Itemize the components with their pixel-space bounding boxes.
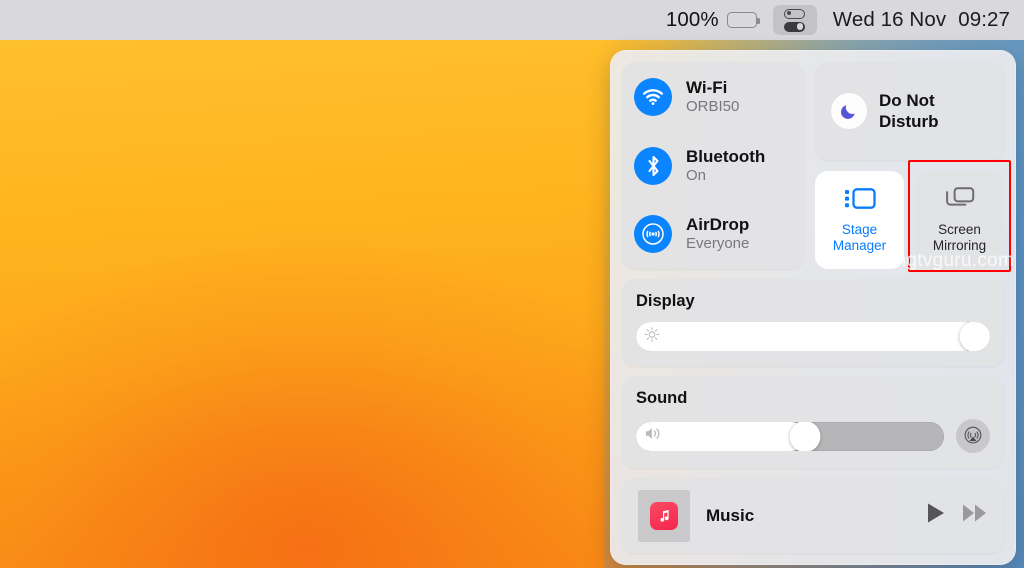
music-app-icon	[650, 501, 678, 530]
screen-mirroring-icon	[945, 186, 975, 215]
stage-manager-label: Stage Manager	[833, 222, 886, 253]
wifi-icon[interactable]	[634, 78, 672, 116]
connectivity-title-bluetooth: Bluetooth	[686, 146, 766, 166]
stage-manager-tile[interactable]: Stage Manager	[815, 171, 904, 269]
sound-volume-slider[interactable]	[636, 421, 944, 451]
brightness-icon	[644, 326, 660, 347]
display-card: Display	[622, 279, 1004, 366]
battery-full-icon	[726, 12, 760, 28]
do-not-disturb-label-line2: Disturb	[879, 112, 939, 131]
now-playing-app-title: Music	[706, 505, 755, 525]
connectivity-item-airdrop[interactable]: AirDrop Everyone	[634, 215, 792, 253]
connectivity-title-airdrop: AirDrop	[686, 215, 750, 235]
connectivity-status-wifi: ORBI50	[686, 98, 740, 116]
sound-title: Sound	[636, 389, 688, 407]
battery-percent-label: 100%	[665, 8, 719, 31]
screen-mirroring-tile[interactable]: Screen Mirroring	[915, 171, 1004, 269]
control-center-right-tiles: Do Not Disturb Stage Manager Screen Mirr…	[815, 62, 1011, 272]
connectivity-status-bluetooth: On	[686, 166, 707, 184]
bluetooth-icon[interactable]	[634, 146, 672, 185]
transport-controls	[926, 502, 988, 529]
stage-manager-icon	[844, 187, 876, 215]
battery-status[interactable]: 100%	[656, 0, 767, 40]
menu-bar-clock[interactable]: Wed 16 Nov 09:27	[827, 0, 1010, 40]
screen-mirroring-label-line1: Screen	[938, 222, 981, 238]
screen-mirroring-wrapper: Screen Mirroring	[908, 160, 1011, 272]
menu-bar-date: Wed 16 Nov	[832, 8, 947, 31]
connectivity-card: Wi-Fi ORBI50 Bluetooth On AirDrop Everyo…	[622, 62, 804, 269]
do-not-disturb-label: Do Not Disturb	[879, 90, 939, 133]
play-icon[interactable]	[926, 502, 946, 529]
sound-card: Sound	[622, 376, 1004, 468]
stage-manager-label-line1: Stage	[841, 221, 878, 237]
moon-icon	[831, 93, 867, 129]
stage-manager-label-line2: Manager	[832, 237, 887, 253]
control-center-toggles-icon[interactable]	[772, 5, 817, 35]
screen: 100% Wed 16 Nov 09:27 Wi-Fi ORBI50 Bluet…	[0, 0, 1024, 568]
control-center-top-row: Wi-Fi ORBI50 Bluetooth On AirDrop Everyo…	[622, 62, 1011, 272]
speaker-volume-icon	[644, 426, 663, 447]
fast-forward-icon[interactable]	[962, 503, 988, 528]
connectivity-item-wifi[interactable]: Wi-Fi ORBI50	[634, 78, 792, 116]
now-playing-card: Music	[622, 478, 1004, 553]
music-artwork	[638, 489, 690, 542]
connectivity-title-wifi: Wi-Fi	[686, 78, 728, 98]
feature-tile-row: Stage Manager Screen Mirroring	[815, 160, 1011, 272]
control-center-panel: Wi-Fi ORBI50 Bluetooth On AirDrop Everyo…	[610, 50, 1016, 565]
airdrop-icon[interactable]	[634, 215, 672, 253]
display-brightness-slider[interactable]	[636, 322, 990, 351]
do-not-disturb-tile[interactable]: Do Not Disturb	[815, 62, 1004, 160]
display-title: Display	[636, 292, 695, 310]
screen-mirroring-label-line2: Mirroring	[932, 238, 987, 253]
connectivity-item-bluetooth[interactable]: Bluetooth On	[634, 146, 792, 185]
airplay-audio-icon[interactable]	[956, 419, 990, 453]
connectivity-status-airdrop: Everyone	[686, 235, 750, 253]
screen-mirroring-label: Screen Mirroring	[933, 222, 986, 253]
menu-bar: 100% Wed 16 Nov 09:27	[0, 0, 1024, 40]
do-not-disturb-label-line1: Do Not	[879, 90, 935, 110]
menu-bar-time: 09:27	[958, 8, 1010, 31]
